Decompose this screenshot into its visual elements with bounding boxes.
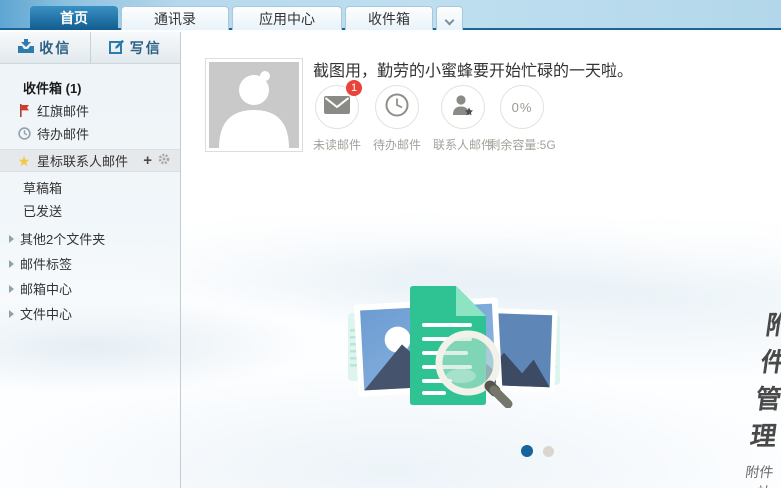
avatar[interactable]	[205, 58, 303, 152]
banner-subtitle: 附件一站式管理，轻松查找！	[727, 462, 775, 488]
sidebar-item-mailbox-center[interactable]: 邮箱中心	[0, 277, 180, 300]
attachment-illustration	[348, 283, 563, 413]
attachment-banner[interactable]: 附件管理 附件一站式管理，轻松查找！	[348, 283, 768, 408]
tab-bar: 首页 通讯录 应用中心 收件箱	[0, 0, 781, 30]
sidebar-item-mail-tags[interactable]: 邮件标签	[0, 252, 180, 275]
chevron-down-icon	[445, 16, 455, 26]
red-flag-icon	[16, 104, 32, 117]
tab-contacts[interactable]: 通讯录	[121, 6, 229, 30]
receive-mail-label: 收信	[39, 38, 71, 58]
tab-inbox[interactable]: 收件箱	[345, 6, 433, 30]
drafts-label: 草稿箱	[23, 178, 62, 197]
stat-label: 剩余容量:5G	[488, 136, 555, 153]
other-folders-label: 其他2个文件夹	[20, 229, 105, 248]
unread-count-badge: 1	[346, 80, 362, 96]
sidebar-item-todo[interactable]: 待办邮件	[0, 122, 180, 145]
stat-label: 待办邮件	[373, 136, 421, 153]
storage-percent-value: 0%	[512, 100, 533, 115]
folder-list: 收件箱 (1) 红旗邮件 待办邮件 ★ 星标联系人邮件 +	[0, 64, 180, 325]
banner-text: 附件管理 附件一站式管理，轻松查找！	[727, 305, 781, 488]
sidebar-item-inbox[interactable]: 收件箱 (1)	[0, 76, 180, 99]
tray-download-icon	[18, 39, 34, 57]
stat-storage[interactable]: 0% 剩余容量:5G	[490, 85, 554, 153]
avatar-placeholder-icon	[209, 62, 299, 148]
chevron-right-icon	[9, 310, 14, 318]
tab-app-center[interactable]: 应用中心	[232, 6, 342, 30]
sidebar-item-starred-contacts[interactable]: ★ 星标联系人邮件 +	[0, 149, 180, 172]
mail-homepage: 首页 通讯录 应用中心 收件箱 收信 写信 收件箱 (1)	[0, 0, 781, 488]
carousel-dot[interactable]	[521, 445, 533, 457]
sidebar: 收信 写信 收件箱 (1) 红旗邮件	[0, 32, 181, 488]
compose-mail-button[interactable]: 写信	[91, 32, 181, 63]
gear-icon[interactable]	[158, 153, 170, 168]
flagged-label: 红旗邮件	[37, 101, 89, 120]
clock-icon	[16, 127, 32, 140]
compose-mail-label: 写信	[130, 38, 162, 58]
stat-unread-mail[interactable]: 1 未读邮件	[305, 85, 369, 153]
envelope-icon	[324, 96, 350, 119]
stat-contact-mail[interactable]: 联系人邮件	[431, 85, 495, 153]
banner-title: 附件管理	[748, 305, 781, 453]
clock-icon	[385, 93, 409, 122]
chevron-right-icon	[9, 285, 14, 293]
sidebar-item-other-folders[interactable]: 其他2个文件夹	[0, 227, 180, 250]
carousel-dots	[521, 445, 554, 457]
add-star-contact-button[interactable]: +	[143, 153, 152, 168]
file-center-label: 文件中心	[20, 304, 72, 323]
inbox-label: 收件箱 (1)	[23, 78, 82, 97]
mail-tags-label: 邮件标签	[20, 254, 72, 273]
stat-label: 未读邮件	[313, 136, 361, 153]
main-panel: 截图用，勤劳的小蜜蜂要开始忙碌的一天啦。 1 未读邮件 待办邮件	[181, 32, 781, 488]
greeting-text: 截图用，勤劳的小蜜蜂要开始忙碌的一天啦。	[313, 57, 633, 81]
sidebar-item-file-center[interactable]: 文件中心	[0, 302, 180, 325]
mailbox-center-label: 邮箱中心	[20, 279, 72, 298]
person-star-icon	[451, 94, 475, 121]
star-row-actions: +	[143, 153, 170, 168]
sidebar-button-bar: 收信 写信	[0, 32, 180, 64]
carousel-dot[interactable]	[543, 446, 554, 457]
starred-contacts-label: 星标联系人邮件	[37, 151, 128, 170]
receive-mail-button[interactable]: 收信	[0, 32, 91, 63]
sidebar-item-drafts[interactable]: 草稿箱	[0, 176, 180, 199]
tab-more-button[interactable]	[436, 6, 463, 30]
sidebar-item-flagged[interactable]: 红旗邮件	[0, 99, 180, 122]
chevron-right-icon	[9, 260, 14, 268]
pencil-square-icon	[109, 39, 125, 57]
sent-label: 已发送	[23, 201, 62, 220]
tab-home[interactable]: 首页	[30, 6, 118, 30]
chevron-right-icon	[9, 235, 14, 243]
star-icon: ★	[16, 154, 32, 168]
sidebar-item-sent[interactable]: 已发送	[0, 199, 180, 222]
stat-todo-mail[interactable]: 待办邮件	[365, 85, 429, 153]
todo-label: 待办邮件	[37, 124, 89, 143]
stat-label: 联系人邮件	[433, 136, 493, 153]
